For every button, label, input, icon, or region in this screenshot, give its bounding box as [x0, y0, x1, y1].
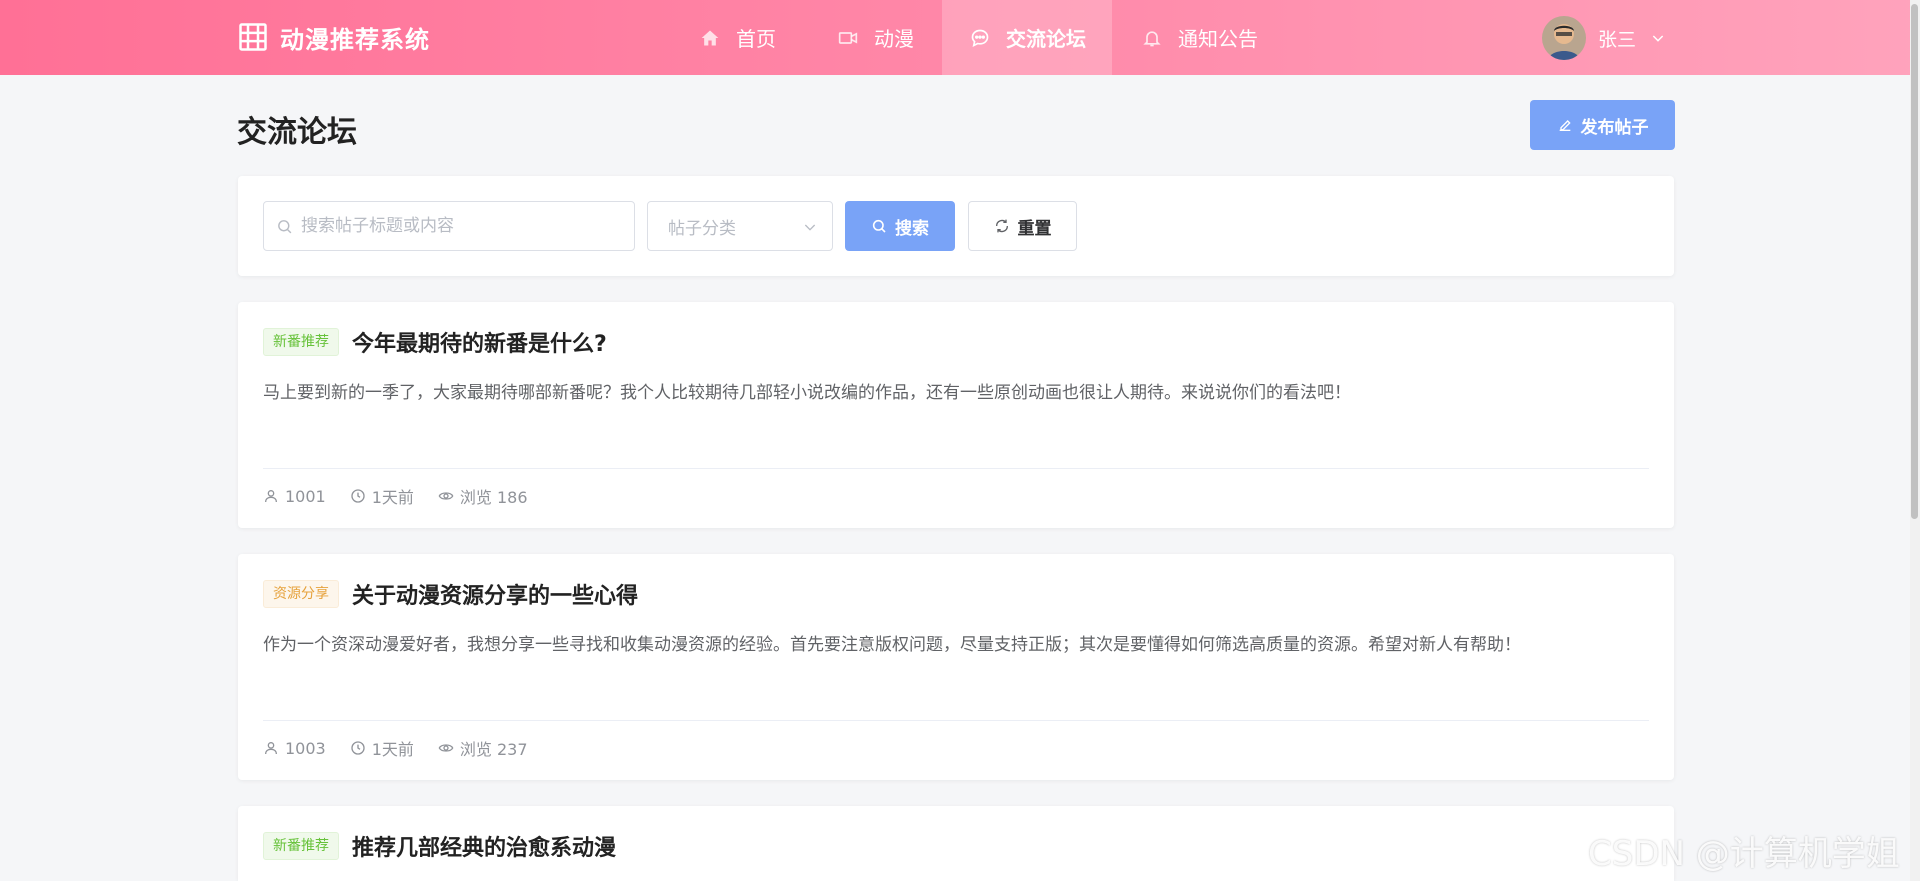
post-card[interactable]: 新番推荐 推荐几部经典的治愈系动漫: [238, 806, 1674, 881]
user-icon: [265, 742, 277, 755]
post-views: 浏览 186: [438, 484, 528, 508]
post-tag: 资源分享: [263, 580, 339, 608]
post-author: 1003: [263, 739, 326, 758]
views-text: 浏览 186: [459, 488, 528, 507]
divider: [263, 468, 1649, 469]
post-header: 新番推荐 推荐几部经典的治愈系动漫: [263, 831, 616, 861]
nav-item-forum[interactable]: 交流论坛: [942, 0, 1112, 75]
post-title[interactable]: 今年最期待的新番是什么?: [352, 326, 607, 358]
chat-icon: [971, 29, 989, 47]
nav-item-home[interactable]: 首页: [700, 0, 776, 75]
post-content: 马上要到新的一季了，大家最期待哪部新番呢？我个人比较期待几部轻小说改编的作品，还…: [263, 383, 1351, 403]
post-meta: 1003 1天前 浏览 237: [263, 736, 552, 760]
nav-item-anime[interactable]: 动漫: [838, 0, 914, 75]
app-title: 动漫推荐系统: [280, 25, 430, 54]
post-card[interactable]: 资源分享 关于动漫资源分享的一些心得 作为一个资深动漫爱好者，我想分享一些寻找和…: [238, 554, 1674, 780]
time-text: 1天前: [371, 740, 414, 759]
nav-label-home: 首页: [736, 27, 776, 51]
clock-icon: [351, 741, 365, 755]
user-name: 张三: [1598, 28, 1637, 51]
reset-button-label: 重置: [1017, 218, 1052, 239]
brand[interactable]: 动漫推荐系统: [238, 20, 430, 54]
chevron-down-icon[interactable]: [1650, 30, 1666, 46]
post-title[interactable]: 关于动漫资源分享的一些心得: [352, 578, 638, 610]
scrollbar-thumb[interactable]: [1911, 4, 1918, 519]
nav-label-anime: 动漫: [874, 27, 914, 51]
watermark: CSDN @计算机学姐: [1588, 834, 1900, 874]
eye-icon: [438, 744, 454, 752]
post-content: 作为一个资深动漫爱好者，我想分享一些寻找和收集动漫资源的经验。首先要注意版权问题…: [263, 635, 1521, 655]
bell-icon: [1143, 30, 1161, 46]
author-id: 1001: [285, 486, 326, 506]
search-panel: 帖子分类 搜索 重置: [238, 176, 1674, 276]
video-icon: [838, 31, 858, 44]
time-text: 1天前: [371, 488, 414, 507]
chevron-down-icon: [804, 224, 816, 231]
post-title[interactable]: 推荐几部经典的治愈系动漫: [352, 830, 616, 862]
post-header: 新番推荐 今年最期待的新番是什么?: [263, 327, 607, 357]
search-button-label: 搜索: [895, 218, 929, 239]
post-time: 1天前: [350, 484, 414, 508]
search-icon: [872, 219, 886, 233]
search-button[interactable]: 搜索: [845, 201, 955, 251]
category-select[interactable]: 帖子分类: [647, 201, 833, 251]
post-header: 资源分享 关于动漫资源分享的一些心得: [263, 579, 638, 609]
search-icon: [278, 219, 292, 233]
edit-icon: [1559, 120, 1571, 131]
post-author: 1001: [263, 487, 326, 506]
category-placeholder: 帖子分类: [668, 218, 736, 239]
user-icon: [265, 490, 277, 503]
nav-label-forum: 交流论坛: [1006, 27, 1086, 51]
post-tag: 新番推荐: [263, 832, 339, 860]
refresh-icon: [995, 219, 1008, 233]
search-field[interactable]: [263, 201, 635, 251]
film-grid-icon: [239, 23, 267, 51]
page-title: 交流论坛: [237, 115, 357, 150]
divider: [263, 720, 1649, 721]
nav-item-notice[interactable]: 通知公告: [1142, 0, 1258, 75]
views-text: 浏览 237: [459, 740, 528, 759]
post-time: 1天前: [350, 736, 414, 760]
search-input[interactable]: [301, 216, 621, 236]
author-id: 1003: [285, 738, 326, 758]
publish-label: 发布帖子: [1580, 117, 1649, 138]
post-meta: 1001 1天前 浏览 186: [263, 484, 552, 508]
eye-icon: [438, 492, 454, 500]
publish-post-button[interactable]: 发布帖子: [1530, 100, 1675, 150]
nav-label-notice: 通知公告: [1178, 27, 1258, 51]
user-menu[interactable]: 张三: [1542, 16, 1666, 60]
clock-icon: [351, 489, 365, 503]
top-navbar: 动漫推荐系统 首页 动漫 交流论坛 通知公告 张三: [0, 0, 1920, 75]
home-icon: [701, 30, 719, 45]
user-avatar[interactable]: [1542, 16, 1586, 60]
reset-button[interactable]: 重置: [968, 201, 1077, 251]
post-tag: 新番推荐: [263, 328, 339, 356]
post-card[interactable]: 新番推荐 今年最期待的新番是什么? 马上要到新的一季了，大家最期待哪部新番呢？我…: [238, 302, 1674, 528]
post-views: 浏览 237: [438, 736, 528, 760]
